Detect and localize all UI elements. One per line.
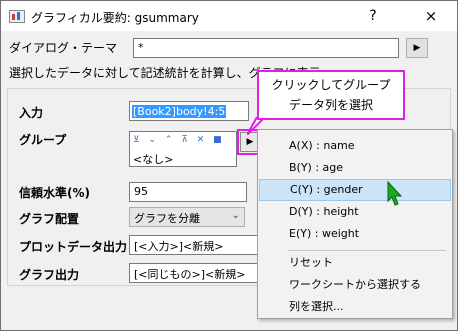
menu-item-column-a[interactable]: A(X) : name (259, 135, 451, 157)
input-label: 入力 (19, 106, 44, 120)
plot-output-field[interactable]: [<入力>]<新規> (129, 235, 259, 255)
layout-label: グラフ配置 (19, 212, 80, 226)
group-list[interactable]: ⊻ ⌄ ⌃ ⊼ ✕ ■ <なし> (129, 131, 237, 167)
dialog-theme-label: ダイアログ・テーマ (9, 41, 118, 55)
menu-item-select-from-worksheet[interactable]: ワークシートから選択する (259, 274, 451, 296)
menu-item-reset[interactable]: リセット (259, 252, 451, 274)
graph-output-label: グラフ出力 (19, 268, 80, 282)
group-toolbar-icons[interactable]: ⊻ ⌄ ⌃ ⊼ ✕ ■ (133, 135, 225, 145)
menu-divider (288, 250, 446, 251)
menu-item-column-e[interactable]: E(Y) : weight (259, 223, 451, 245)
callout-box: クリックしてグループ データ列を選択 (257, 70, 405, 120)
column-menu: A(X) : name B(Y) : age C(Y) : gender D(Y… (257, 129, 453, 319)
input-value: [Book2]body!4:5 (132, 105, 227, 118)
close-button[interactable]: × (419, 6, 443, 26)
layout-select[interactable]: グラフを分離 ⌄ (129, 207, 245, 227)
mouse-cursor-icon (387, 181, 403, 206)
app-icon (9, 10, 25, 23)
dialog-window: グラフィカル要約: gsummary ? × ダイアログ・テーマ * ▶ 選択し… (0, 0, 458, 331)
chevron-down-icon: ⌄ (231, 210, 240, 221)
help-button[interactable]: ? (363, 6, 383, 26)
menu-item-column-d[interactable]: D(Y) : height (259, 201, 451, 223)
dialog-theme-field[interactable]: * (133, 38, 399, 58)
confidence-field[interactable]: 95 (129, 182, 247, 202)
graph-output-field[interactable]: [<同じもの>]<新規> (129, 263, 259, 283)
input-field[interactable]: [Book2]body!4:5 (129, 101, 249, 121)
group-label: グループ (19, 133, 67, 147)
layout-value: グラフを分離 (134, 212, 200, 225)
callout-line1: クリックしてグループ (271, 78, 391, 92)
plot-output-label: プロットデータ出力 (19, 240, 128, 254)
group-value: <なし> (133, 153, 174, 166)
dialog-theme-button[interactable]: ▶ (406, 38, 428, 58)
menu-item-select-column[interactable]: 列を選択... (259, 296, 451, 318)
confidence-label: 信頼水準(%) (19, 186, 90, 200)
menu-item-column-b[interactable]: B(Y) : age (259, 157, 451, 179)
window-title: グラフィカル要約: gsummary (31, 11, 199, 25)
callout-line2: データ列を選択 (288, 98, 373, 112)
title-bar: グラフィカル要約: gsummary ? × (1, 1, 457, 31)
menu-item-column-c[interactable]: C(Y) : gender (259, 179, 451, 201)
